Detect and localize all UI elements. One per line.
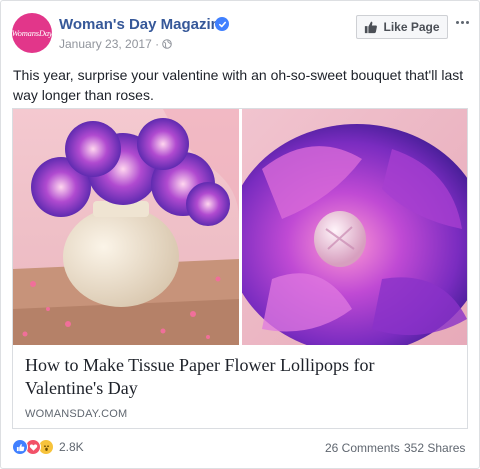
flower-closeup-image (242, 109, 467, 345)
avatar-logo-text: WomansDay (12, 28, 52, 38)
link-domain: WOMANSDAY.COM (25, 408, 128, 420)
like-page-label: Like Page (383, 20, 440, 34)
thumbs-up-icon (365, 21, 378, 34)
like-reaction-icon (12, 439, 28, 455)
verified-badge-icon (215, 17, 229, 31)
comments-count-link[interactable]: 26 Comments (325, 441, 400, 455)
page-name-link[interactable]: Woman's Day Magazine (59, 16, 228, 33)
page-avatar[interactable]: WomansDay (12, 13, 52, 53)
link-title[interactable]: How to Make Tissue Paper Flower Lollipop… (25, 354, 455, 400)
like-page-button[interactable]: Like Page (356, 15, 448, 39)
globe-icon (162, 39, 172, 49)
shares-count-link[interactable]: 352 Shares (404, 441, 465, 455)
post-message: This year, surprise your valentine with … (13, 67, 464, 103)
reaction-count: 2.8K (59, 440, 84, 454)
post-timestamp[interactable]: January 23, 2017 · (59, 37, 159, 51)
link-preview-card[interactable]: How to Make Tissue Paper Flower Lollipop… (12, 108, 468, 429)
flower-vase-image (13, 109, 239, 345)
reactions-summary[interactable]: 2.8K (12, 438, 84, 456)
more-options-icon[interactable] (452, 15, 472, 29)
facebook-post: WomansDay Woman's Day Magazine January 2… (0, 0, 480, 469)
